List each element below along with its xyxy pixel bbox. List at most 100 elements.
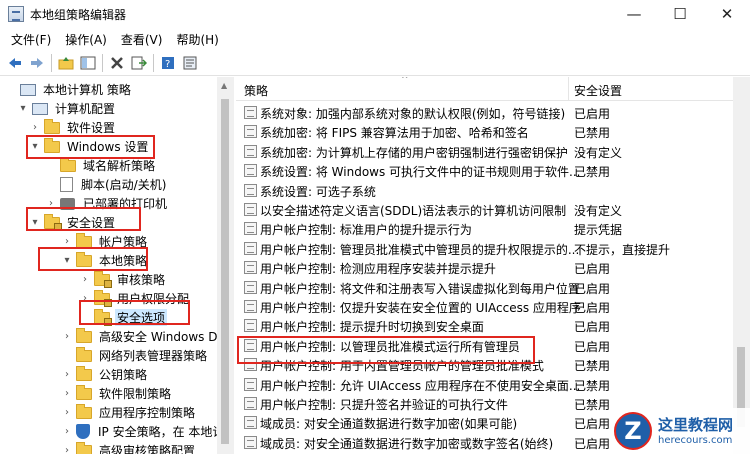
expand-arrow-icon[interactable]: › [62, 407, 72, 418]
tree-item[interactable]: ▾ 计算机配置 [18, 99, 117, 118]
policy-row[interactable]: 用户帐户控制: 管理员批准模式中管理员的提升权限提示的... 不提示，直接提升 [236, 239, 736, 258]
tree-item-label: 脚本(启动/关机) [81, 178, 167, 192]
delete-icon[interactable] [106, 52, 128, 74]
group-policy-app-icon [8, 6, 24, 22]
menu-bar: 文件(F) 操作(A) 查看(V) 帮助(H) [0, 28, 750, 50]
policy-icon [244, 222, 257, 236]
policy-name: 域成员: 对安全通道数据进行数字加密或数字签名(始终) [260, 436, 554, 451]
maximize-button[interactable]: ☐ [657, 0, 703, 28]
column-header-security-setting[interactable]: 安全设置 [574, 82, 622, 99]
expand-arrow-icon[interactable]: › [62, 426, 72, 437]
back-arrow-icon[interactable] [4, 52, 26, 74]
folder-icon [44, 118, 60, 134]
policy-name: 用户帐户控制: 只提升签名并验证的可执行文件 [260, 398, 508, 412]
script-icon [60, 177, 73, 192]
tree-item-label: 网络列表管理器策略 [99, 349, 208, 363]
policy-row[interactable]: 用户帐户控制: 允许 UIAccess 应用程序在不使用安全桌面... 已禁用 [236, 375, 736, 394]
folder-icon [76, 365, 92, 381]
forward-arrow-icon[interactable] [26, 52, 48, 74]
policy-row[interactable]: 系统加密: 为计算机上存储的用户密钥强制进行强密钥保护 没有定义 [236, 142, 736, 161]
policy-icon [244, 125, 257, 139]
expand-arrow-icon[interactable]: › [62, 369, 72, 380]
tree-item[interactable]: 本地计算机 策略 [6, 80, 133, 99]
tree-item-label: 公钥策略 [99, 368, 148, 382]
policy-setting-value: 已禁用 [574, 378, 611, 393]
menu-file[interactable]: 文件(F) [4, 31, 58, 48]
menu-action[interactable]: 操作(A) [58, 31, 114, 48]
help-icon[interactable]: ? [157, 52, 179, 74]
expand-arrow-icon[interactable]: › [62, 331, 72, 342]
policy-setting-value: 已启用 [574, 107, 611, 121]
svg-text:?: ? [165, 59, 170, 70]
tree-item-label: 高级审核策略配置 [99, 444, 196, 454]
tree-item[interactable]: › IP 安全策略，在 本地计 [62, 422, 226, 441]
policy-row[interactable]: 用户帐户控制: 标准用户的提升提示行为 提示凭据 [236, 219, 736, 238]
policy-row[interactable]: 系统加密: 将 FIPS 兼容算法用于加密、哈希和签名 已禁用 [236, 122, 736, 141]
folder-icon [60, 156, 76, 172]
tree-item[interactable]: › 审核策略 [80, 270, 167, 289]
policy-row[interactable]: 系统设置: 将 Windows 可执行文件中的证书规则用于软件... 已禁用 [236, 161, 736, 180]
expand-arrow-icon[interactable]: › [80, 274, 90, 285]
column-header-policy[interactable]: 策略 [244, 82, 268, 99]
show-tree-icon[interactable] [77, 52, 99, 74]
folder-icon [76, 327, 92, 343]
computer-icon [32, 102, 48, 115]
policy-name: 系统设置: 将 Windows 可执行文件中的证书规则用于软件... [260, 165, 581, 180]
tree-item[interactable]: 网络列表管理器策略 [62, 346, 209, 365]
tree-scrollbar[interactable]: ▲ [217, 77, 234, 454]
expand-arrow-icon[interactable]: › [30, 122, 40, 133]
policy-row[interactable]: 以安全描述符定义语言(SDDL)语法表示的计算机访问限制 没有定义 [236, 200, 736, 219]
policy-icon [244, 164, 257, 178]
tree-item-label: IP 安全策略，在 本地计 [98, 425, 225, 439]
expand-arrow-icon[interactable]: › [62, 388, 72, 399]
policy-name: 系统加密: 为计算机上存储的用户密钥强制进行强密钥保护 [260, 145, 568, 160]
tree-item[interactable]: 脚本(启动/关机) [46, 175, 168, 194]
policy-row[interactable]: 用户帐户控制: 提示提升时切换到安全桌面 已启用 [236, 316, 736, 335]
menu-view[interactable]: 查看(V) [114, 31, 170, 48]
policy-name: 用户帐户控制: 将文件和注册表写入错误虚拟化到每用户位置 [260, 281, 580, 296]
tree-item[interactable]: › 应用程序控制策略 [62, 403, 197, 422]
policy-icon [244, 106, 257, 119]
policy-icon [244, 203, 257, 216]
policy-setting-value: 没有定义 [574, 145, 623, 160]
policy-icon [244, 241, 257, 255]
policy-row[interactable]: 用户帐户控制: 将文件和注册表写入错误虚拟化到每用户位置 已启用 [236, 278, 736, 297]
toolbar: ? [0, 50, 750, 76]
scroll-up-icon[interactable]: ▲ [221, 81, 227, 90]
tree-scroll-thumb[interactable] [221, 99, 229, 444]
policy-icon [244, 183, 257, 197]
toolbar-separator [102, 53, 103, 72]
policy-row[interactable]: 系统设置: 可选子系统 [236, 181, 736, 200]
up-folder-icon[interactable] [55, 52, 77, 74]
folder-icon [76, 403, 92, 419]
highlight-security-options [79, 300, 190, 325]
menu-help[interactable]: 帮助(H) [169, 31, 225, 48]
list-scrollbar[interactable] [733, 77, 750, 454]
minimize-button[interactable]: — [611, 0, 657, 28]
tree-item[interactable]: › 公钥策略 [62, 365, 149, 384]
properties-icon[interactable] [179, 52, 201, 74]
watermark-title: 这里教程网 [658, 415, 734, 434]
tree-item[interactable]: › 高级安全 Windows De [62, 327, 227, 346]
tree-item[interactable]: › 软件限制策略 [62, 384, 173, 403]
policy-row[interactable]: 系统对象: 加强内部系统对象的默认权限(例如，符号链接) 已启用 [236, 103, 736, 122]
policy-setting-value: 已启用 [574, 417, 611, 432]
tree-item-label: 本地计算机 策略 [43, 83, 131, 97]
close-button[interactable]: ✕ [704, 0, 750, 28]
policy-row[interactable]: 用户帐户控制: 检测应用程序安装并提示提升 已启用 [236, 258, 736, 277]
policy-name: 用户帐户控制: 仅提升安装在安全位置的 UIAccess 应用程序 [260, 301, 581, 315]
collapse-arrow-icon[interactable]: ▾ [18, 103, 28, 114]
policy-setting-value: 已启用 [574, 320, 611, 335]
policy-icon [244, 300, 257, 313]
policy-row[interactable]: 用户帐户控制: 仅提升安装在安全位置的 UIAccess 应用程序 已启用 [236, 297, 736, 316]
tree-item-label: 高级安全 Windows De [99, 330, 225, 344]
toolbar-separator [153, 53, 154, 72]
export-icon[interactable] [128, 52, 150, 74]
policy-setting-value: 已禁用 [574, 165, 611, 180]
expand-arrow-icon[interactable]: › [62, 236, 72, 247]
policy-name: 用户帐户控制: 管理员批准模式中管理员的提升权限提示的... [260, 242, 580, 257]
column-divider[interactable] [568, 77, 569, 101]
tree-item[interactable]: › 高级审核策略配置 [62, 441, 197, 454]
policy-setting-value: 已禁用 [574, 398, 611, 412]
expand-arrow-icon[interactable]: › [62, 445, 72, 454]
